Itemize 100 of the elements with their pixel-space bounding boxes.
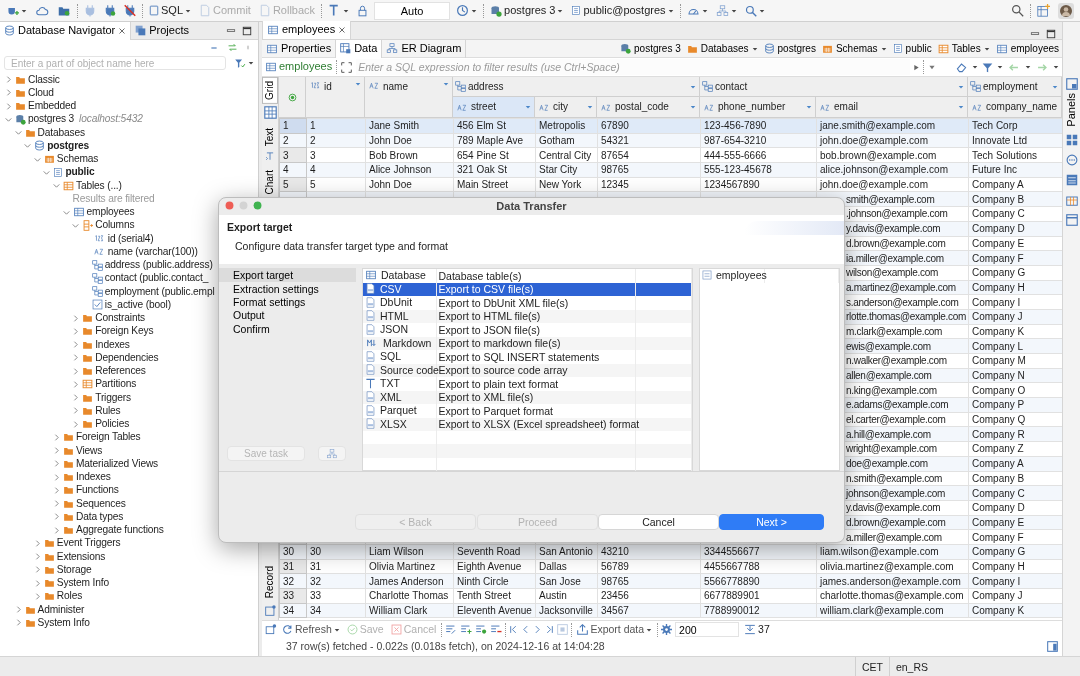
refresh-button[interactable]: Refresh [280,623,342,636]
tree-item[interactable]: Classic [0,73,258,87]
tree-item[interactable]: Schemas [0,152,258,166]
export-data-button[interactable]: Export data [575,623,655,636]
tree-item[interactable]: Dependencies [0,351,258,365]
tree-item[interactable]: Policies [0,417,258,431]
chevron-right-icon[interactable] [71,393,81,403]
chevron-right-icon[interactable] [71,326,81,336]
tree-item[interactable]: Cloud [0,86,258,100]
chevron-right-icon[interactable] [71,379,81,389]
tree-item[interactable]: Embedded [0,99,258,113]
tree-item[interactable]: Extensions [0,550,258,564]
panel-tab[interactable]: Projects [131,21,193,40]
column-group-header[interactable]: address [453,77,700,97]
chevron-down-icon[interactable] [23,141,33,151]
row-number[interactable]: 1 [279,118,307,134]
task-button[interactable] [318,446,346,462]
format-row[interactable]: DbUnit Export to DbUnit XML file(s) [363,296,692,310]
column-group-header[interactable]: contact [700,77,968,97]
column-header[interactable]: street [453,97,535,118]
tree-item[interactable]: Administer [0,603,258,617]
perspective-button[interactable] [1035,4,1052,17]
tree-item[interactable]: Event Triggers [0,536,258,550]
chevron-right-icon[interactable] [71,406,81,416]
chevron-right-icon[interactable] [52,499,61,509]
chevron-right-icon[interactable] [71,419,81,429]
chevron-right-icon[interactable] [4,75,13,85]
chevron-right-icon[interactable] [71,366,81,376]
tree-item[interactable]: Partitions [0,377,258,391]
column-header[interactable]: id [306,77,365,118]
sql-button[interactable]: SQL [147,3,193,18]
account-button[interactable] [1056,2,1076,19]
breadcrumb-item[interactable]: postgres 3 [617,42,684,55]
wizard-step[interactable]: Output [219,308,356,322]
tree-item[interactable]: Rules [0,404,258,418]
column-header[interactable]: postal_code [597,97,700,118]
tree-item[interactable]: public [0,165,258,179]
chevron-right-icon[interactable] [52,512,61,522]
chevron-right-icon[interactable] [71,340,81,350]
tree-item[interactable]: employees [0,205,258,219]
tree-item[interactable]: System Info [0,616,258,630]
tree-item[interactable]: Sequences [0,497,258,511]
source-item[interactable]: employees [716,269,767,282]
chevron-right-icon[interactable] [52,459,61,469]
tree-item[interactable]: Triggers [0,391,258,405]
tree-item[interactable]: Indexes [0,338,258,352]
chevron-down-icon[interactable] [13,128,23,138]
view-tab[interactable]: Text [262,124,278,150]
tree-item[interactable]: Tables (...) [0,179,258,193]
format-row[interactable]: SQL Export to SQL INSERT statements [363,350,692,364]
wizard-step[interactable]: Confirm [219,321,356,336]
chevron-right-icon[interactable] [52,446,61,456]
chevron-right-icon[interactable] [71,313,81,323]
chevron-right-icon[interactable] [52,485,61,495]
format-row[interactable]: Database Database table(s) [363,269,692,283]
tree-item[interactable]: References [0,364,258,378]
chevron-right-icon[interactable] [71,353,81,363]
table-name-button[interactable]: employees [265,60,333,74]
chevron-right-icon[interactable] [4,88,13,98]
panels-tab[interactable]: Panels [1063,90,1080,130]
chevron-right-icon[interactable] [52,472,61,482]
chevron-right-icon[interactable] [52,432,61,442]
breadcrumb-item[interactable]: Databases [683,42,761,55]
column-header[interactable]: email [816,97,968,118]
breadcrumb-item[interactable]: employees [992,42,1062,55]
column-header[interactable]: company_name [968,97,1062,118]
fetch-size-field[interactable]: 200 [675,622,740,637]
breadcrumb-item[interactable]: Tables [934,42,993,55]
global-search-button[interactable] [1009,4,1026,17]
tree-item[interactable]: Indexes [0,470,258,484]
format-row[interactable]: JSON Export to JSON file(s) [363,323,692,337]
chevron-down-icon[interactable] [52,181,61,191]
breadcrumb-item[interactable]: Schemas [818,42,890,55]
tree-item[interactable]: Storage [0,563,258,577]
tree-item[interactable]: postgres 3 localhost:5432 [0,112,258,126]
wizard-step[interactable]: Export target [219,268,356,282]
tree-item[interactable]: Roles [0,589,258,603]
view-tab[interactable]: Chart [262,167,278,198]
search-field[interactable]: Enter a part of object name here [4,56,226,70]
editor-tab[interactable]: employees [262,21,352,39]
next-button[interactable]: Next > [719,514,824,531]
tree-item[interactable]: postgres [0,139,258,153]
tree-item[interactable]: Functions [0,483,258,497]
view-tab[interactable]: Grid [262,77,278,104]
chevron-right-icon[interactable] [52,525,61,535]
format-row[interactable]: Parquet Export to Parquet format [363,404,692,418]
fetch-all-button[interactable]: 37 [742,623,772,636]
cancel-button[interactable]: Cancel [598,514,719,531]
tree-item[interactable]: Databases [0,126,258,140]
column-header[interactable]: phone_number [700,97,816,118]
format-row[interactable]: TXT Export to plain text format [363,377,692,391]
tree-item[interactable]: Aggregate functions [0,523,258,537]
wizard-step[interactable]: Format settings [219,295,356,309]
tree-item[interactable]: Data types [0,510,258,524]
chevron-right-icon[interactable] [4,101,13,111]
column-header[interactable]: name [365,77,453,118]
tree-item[interactable]: Foreign Tables [0,430,258,444]
editor-subtab[interactable]: ER Diagram [382,39,467,58]
tree-item[interactable]: System Info [0,576,258,590]
cloud-button[interactable] [33,4,51,17]
